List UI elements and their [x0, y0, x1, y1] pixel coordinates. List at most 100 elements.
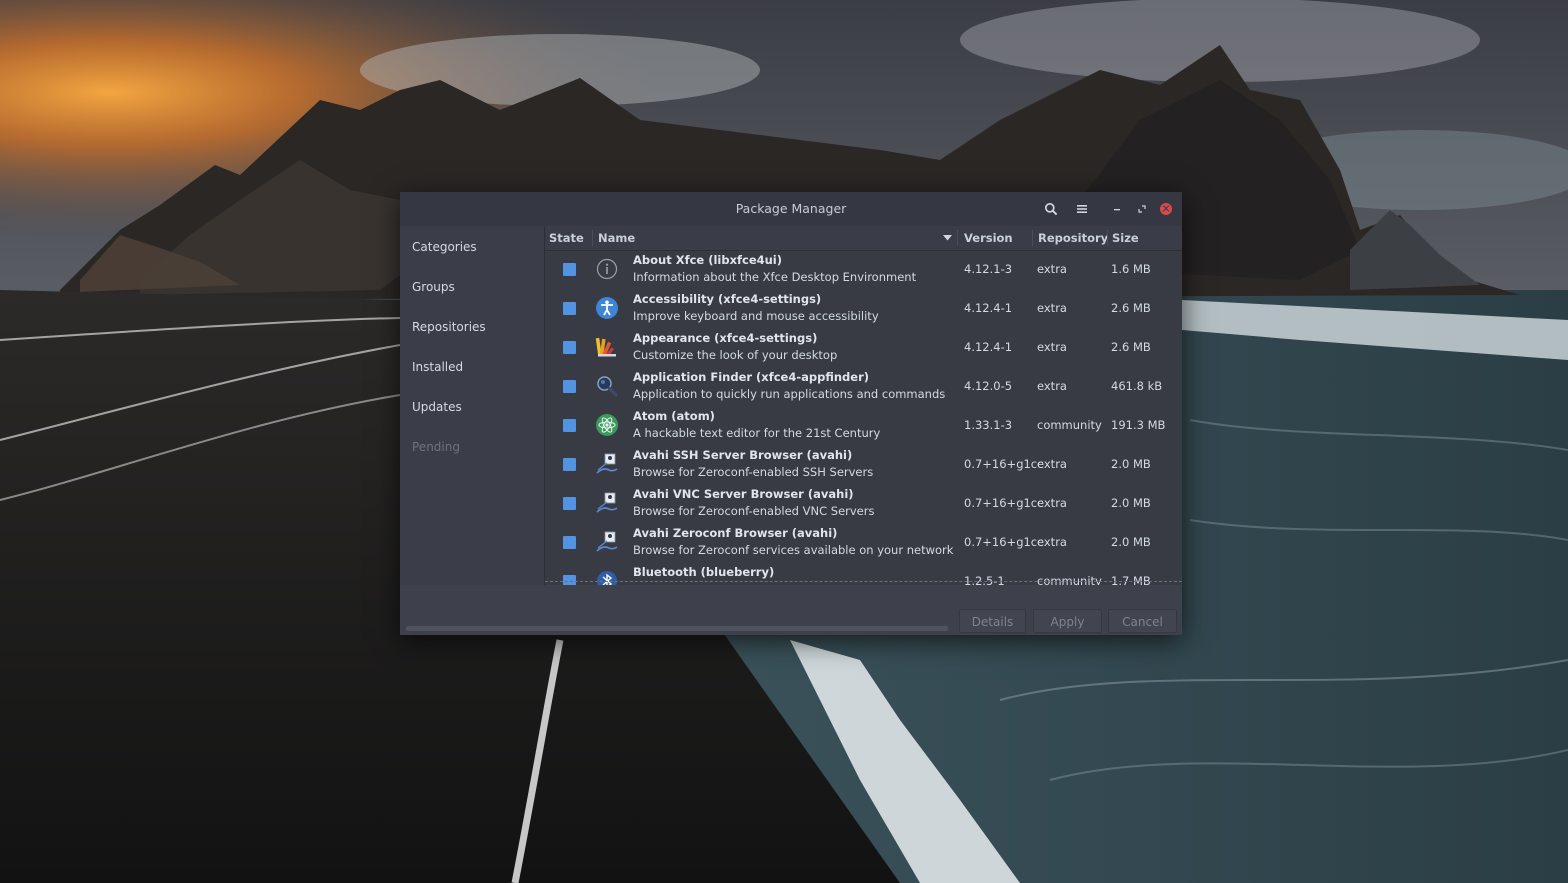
table-header: State Name Version Repository Size: [545, 226, 1182, 251]
details-button[interactable]: Details: [959, 609, 1026, 633]
package-size: 461.8 kB: [1111, 379, 1163, 393]
state-checkbox[interactable]: [563, 419, 576, 432]
package-version: 4.12.0-5: [964, 379, 1013, 393]
network-browser-icon: [596, 492, 618, 513]
menu-button[interactable]: [1073, 200, 1091, 218]
bluetooth-icon: [597, 571, 617, 585]
package-name: About Xfce (libxfce4ui): [633, 253, 783, 267]
package-name: Avahi VNC Server Browser (avahi): [633, 487, 854, 501]
package-version: 0.7+16+g1cc: [964, 535, 1044, 549]
package-repository: community: [1037, 418, 1102, 432]
package-name: Appearance (xfce4-settings): [633, 331, 818, 345]
cancel-button[interactable]: Cancel: [1108, 609, 1177, 633]
package-version: 1.2.5-1: [964, 574, 1005, 585]
atom-icon: [596, 414, 618, 436]
package-table: State Name Version Repository Size About…: [545, 226, 1182, 585]
close-icon: [1160, 203, 1172, 215]
minimize-icon: [1114, 209, 1120, 211]
table-row[interactable]: About Xfce (libxfce4ui) Information abou…: [545, 250, 1182, 289]
package-description: Information about the Xfce Desktop Envir…: [633, 270, 917, 284]
package-name: Bluetooth (blueberry): [633, 565, 775, 579]
package-repository: extra: [1037, 457, 1067, 471]
column-separator: [592, 230, 593, 246]
transaction-progress-bar: [406, 626, 948, 631]
close-button[interactable]: [1157, 200, 1175, 218]
sidebar-item-updates[interactable]: Updates: [412, 400, 462, 414]
state-checkbox[interactable]: [563, 263, 576, 276]
table-row[interactable]: Accessibility (xfce4-settings) Improve k…: [545, 289, 1182, 328]
package-description: Browse for Zeroconf-enabled VNC Servers: [633, 504, 875, 518]
table-row[interactable]: Avahi VNC Server Browser (avahi) Browse …: [545, 484, 1182, 523]
package-repository: extra: [1037, 262, 1067, 276]
column-separator: [1032, 230, 1033, 246]
column-header-version[interactable]: Version: [964, 226, 1013, 250]
state-checkbox[interactable]: [563, 302, 576, 315]
package-name: Avahi SSH Server Browser (avahi): [633, 448, 853, 462]
sidebar-item-groups[interactable]: Groups: [412, 280, 455, 294]
magnifier-icon: [597, 376, 618, 397]
package-repository: community: [1037, 574, 1102, 585]
package-size: 1.7 MB: [1111, 574, 1151, 585]
package-version: 4.12.4-1: [964, 301, 1013, 315]
package-version: 0.7+16+g1cc: [964, 496, 1044, 510]
appearance-icon: [595, 337, 616, 357]
table-row[interactable]: Application Finder (xfce4-appfinder) App…: [545, 367, 1182, 406]
maximize-button[interactable]: [1133, 200, 1151, 218]
package-version: 0.7+16+g1cc: [964, 457, 1044, 471]
package-size: 2.0 MB: [1111, 535, 1151, 549]
column-header-repository[interactable]: Repository: [1038, 226, 1108, 250]
minimize-button[interactable]: [1108, 200, 1126, 218]
column-header-name[interactable]: Name: [598, 226, 635, 250]
network-browser-icon: [596, 531, 618, 552]
state-checkbox[interactable]: [563, 380, 576, 393]
sidebar: Categories Groups Repositories Installed…: [400, 226, 545, 585]
state-checkbox[interactable]: [563, 536, 576, 549]
hamburger-menu-icon: [1077, 205, 1087, 213]
package-manager-window: Package Manager Categories Groups Reposi…: [400, 192, 1182, 635]
state-checkbox[interactable]: [563, 458, 576, 471]
window-title: Package Manager: [735, 201, 847, 216]
package-size: 2.6 MB: [1111, 340, 1151, 354]
package-size: 1.6 MB: [1111, 262, 1151, 276]
table-row[interactable]: Atom (atom) A hackable text editor for t…: [545, 406, 1182, 445]
package-name: Accessibility (xfce4-settings): [633, 292, 822, 306]
package-description: Customize the look of your desktop: [633, 348, 838, 362]
package-repository: extra: [1037, 340, 1067, 354]
package-name: Application Finder (xfce4-appfinder): [633, 370, 870, 384]
table-row[interactable]: Avahi Zeroconf Browser (avahi) Browse fo…: [545, 523, 1182, 562]
package-size: 2.6 MB: [1111, 301, 1151, 315]
package-repository: extra: [1037, 379, 1067, 393]
state-checkbox[interactable]: [563, 575, 576, 585]
package-description: Application to quickly run applications …: [633, 387, 946, 401]
table-row[interactable]: Avahi SSH Server Browser (avahi) Browse …: [545, 445, 1182, 484]
column-separator: [957, 230, 958, 246]
package-repository: extra: [1037, 301, 1067, 315]
package-description: Improve keyboard and mouse accessibility: [633, 309, 879, 323]
package-description: Browse for Zeroconf-enabled SSH Servers: [633, 465, 874, 479]
network-browser-icon: [596, 453, 618, 474]
package-size: 191.3 MB: [1111, 418, 1166, 432]
column-header-state[interactable]: State: [549, 226, 584, 250]
column-header-size[interactable]: Size: [1112, 226, 1139, 250]
package-repository: extra: [1037, 535, 1067, 549]
package-name: Atom (atom): [633, 409, 715, 423]
info-icon: [596, 258, 618, 280]
apply-button[interactable]: Apply: [1033, 609, 1102, 633]
title-bar[interactable]: Package Manager: [400, 192, 1182, 226]
scroll-edge-indicator: [545, 581, 1182, 582]
state-checkbox[interactable]: [563, 341, 576, 354]
table-row[interactable]: Appearance (xfce4-settings) Customize th…: [545, 328, 1182, 367]
package-version: 1.33.1-3: [964, 418, 1013, 432]
sort-descending-icon: [943, 235, 952, 241]
sidebar-item-categories[interactable]: Categories: [412, 240, 477, 254]
maximize-icon: [1138, 205, 1146, 213]
sidebar-item-repositories[interactable]: Repositories: [412, 320, 486, 334]
package-version: 4.12.1-3: [964, 262, 1013, 276]
package-size: 2.0 MB: [1111, 496, 1151, 510]
sidebar-item-installed[interactable]: Installed: [412, 360, 463, 374]
accessibility-icon: [596, 297, 618, 319]
state-checkbox[interactable]: [563, 497, 576, 510]
package-size: 2.0 MB: [1111, 457, 1151, 471]
search-button[interactable]: [1042, 200, 1060, 218]
package-version: 4.12.4-1: [964, 340, 1013, 354]
